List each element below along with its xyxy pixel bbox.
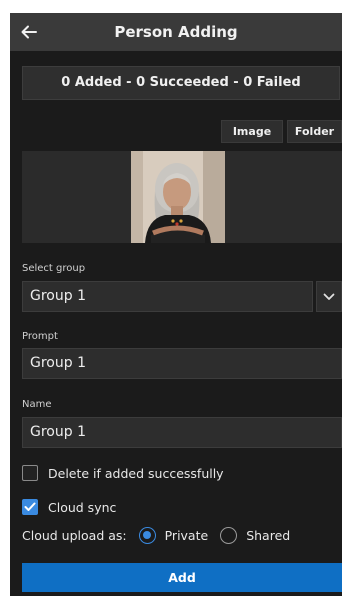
cloud-sync-checkbox[interactable] <box>22 499 38 515</box>
group-dropdown-button[interactable] <box>316 281 342 312</box>
cloud-upload-label: Cloud upload as: <box>22 527 127 543</box>
cloud-sync-row: Cloud sync <box>22 498 116 516</box>
prompt-input[interactable]: Group 1 <box>22 348 342 379</box>
shared-radio-label: Shared <box>246 527 291 543</box>
title-bar: Person Adding <box>10 13 342 51</box>
checkmark-icon <box>24 502 36 511</box>
folder-button[interactable]: Folder <box>287 120 342 143</box>
person-adding-window: Person Adding 0 Added - 0 Succeeded - 0 … <box>10 13 342 596</box>
private-radio-label: Private <box>164 527 209 543</box>
name-label: Name <box>22 399 52 410</box>
add-button[interactable]: Add <box>22 563 342 592</box>
select-group-label: Select group <box>22 263 86 274</box>
name-input[interactable]: Group 1 <box>22 417 342 448</box>
private-radio[interactable] <box>138 526 156 544</box>
delete-if-added-checkbox[interactable] <box>22 465 38 481</box>
cloud-upload-row: Cloud upload as: Private Shared <box>22 526 290 544</box>
status-summary: 0 Added - 0 Succeeded - 0 Failed <box>22 66 340 100</box>
group-select[interactable]: Group 1 <box>22 281 313 312</box>
delete-if-added-label: Delete if added successfully <box>48 465 224 481</box>
shared-radio[interactable] <box>220 526 238 544</box>
image-preview <box>22 151 342 243</box>
cloud-sync-label: Cloud sync <box>48 499 117 515</box>
delete-if-added-row: Delete if added successfully <box>22 464 224 482</box>
person-photo <box>131 151 225 243</box>
page-title: Person Adding <box>114 23 238 41</box>
image-button[interactable]: Image <box>221 120 283 143</box>
prompt-label: Prompt <box>22 331 58 342</box>
chevron-down-icon <box>323 293 335 300</box>
